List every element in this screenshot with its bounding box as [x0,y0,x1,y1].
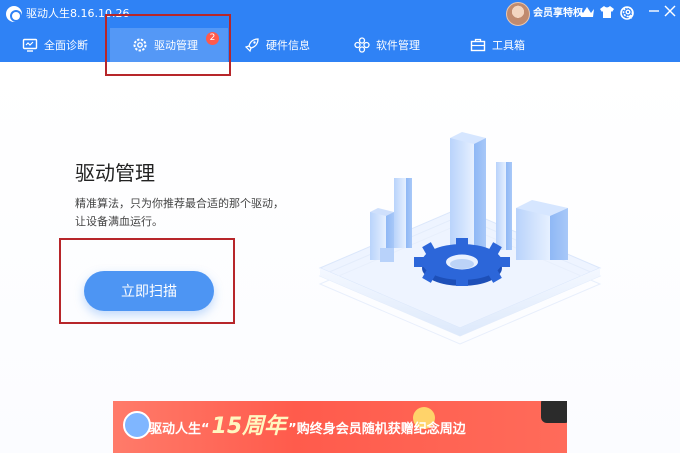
tab-toolbox[interactable]: 工具箱 [470,28,550,62]
page-title: 驱动管理 [75,161,155,185]
toolbox-icon [470,37,486,53]
page-description: 精准算法，只为你推荐最合适的那个驱动， 让设备满血运行。 [75,195,315,231]
tab-hardware-info[interactable]: 硬件信息 [244,28,324,62]
user-avatar[interactable] [506,2,530,26]
tab-software-management[interactable]: 软件管理 [354,28,434,62]
main-nav: 全面诊断 驱动管理 2 硬件信息 软件管理 工具箱 [0,28,680,62]
tab-full-diagnosis[interactable]: 全面诊断 [22,28,102,62]
highlight-box-tab [105,14,231,76]
promo-anniversary: 15周年 [211,414,287,439]
headphone-icon [541,401,567,423]
rocket-icon [244,37,260,53]
title-bar: 驱动人生8.16.10.26 会员享特权 [0,0,680,28]
app-logo-icon [6,6,22,22]
promo-badge-icon [123,411,151,439]
highlight-box-button [59,238,235,324]
tab-label: 工具箱 [492,39,525,52]
monitor-icon [22,37,38,53]
description-line: 让设备满血运行。 [75,215,163,228]
promo-text: 驱动人生“15周年 ”购终身会员随机获赠纪念周边 [149,415,466,442]
promo-banner[interactable]: 驱动人生“15周年 ”购终身会员随机获赠纪念周边 [113,401,567,453]
settings-icon[interactable] [619,5,637,23]
tab-label: 软件管理 [376,39,420,52]
promo-text-right: ”购终身会员随机获赠纪念周边 [288,422,466,437]
promo-text-left: 驱动人生“ [149,422,210,437]
crown-icon[interactable] [578,5,596,23]
vip-privilege-link[interactable]: 会员享特权 [533,7,583,21]
description-line: 精准算法，只为你推荐最合适的那个驱动， [75,197,284,210]
close-icon[interactable] [661,5,679,23]
tab-label: 全面诊断 [44,39,88,52]
skin-icon[interactable] [598,5,616,23]
tab-label: 硬件信息 [266,39,310,52]
driver-illustration [310,120,610,370]
apps-icon [354,37,370,53]
